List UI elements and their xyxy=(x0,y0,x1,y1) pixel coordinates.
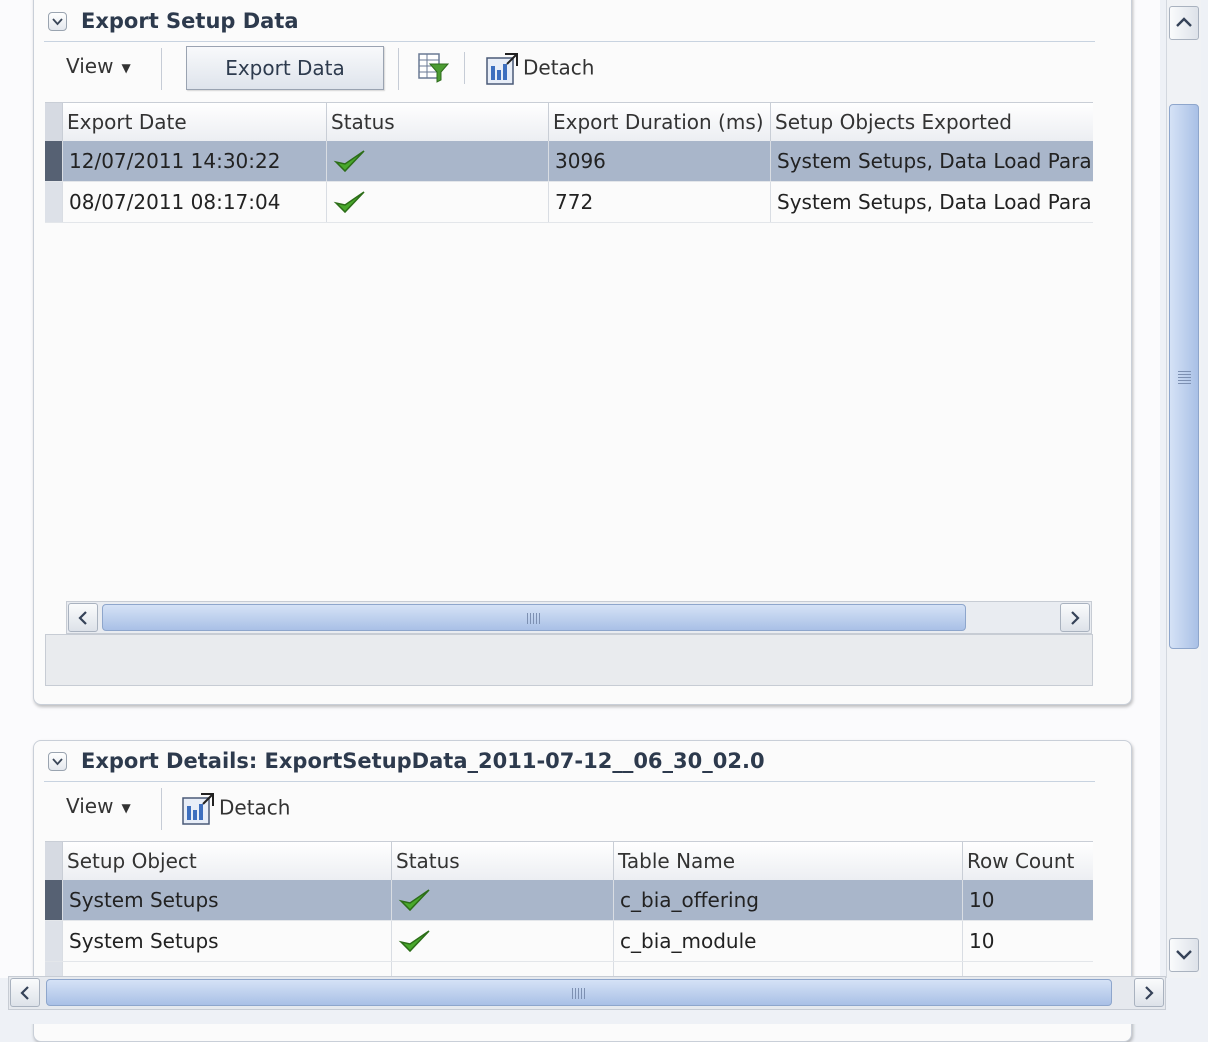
page-vertical-scrollbar[interactable] xyxy=(1166,0,1201,978)
table-header: Setup Object Status Table Name Row Count xyxy=(45,841,1093,881)
cell-status xyxy=(391,921,613,961)
green-check-icon xyxy=(333,150,365,173)
scrollbar-thumb[interactable] xyxy=(102,604,966,631)
view-menu[interactable]: View ▼ xyxy=(66,54,131,78)
scrollbar-thumb[interactable] xyxy=(1169,104,1199,649)
green-check-icon xyxy=(333,191,365,214)
export-data-button[interactable]: Export Data xyxy=(186,46,384,90)
scrollbar-thumb[interactable] xyxy=(46,979,1112,1006)
table-footer xyxy=(45,634,1093,686)
view-menu-label: View xyxy=(66,54,114,78)
table-header: Export Date Status Export Duration (ms) … xyxy=(45,102,1093,142)
green-check-icon xyxy=(398,930,430,953)
chevron-down-icon[interactable] xyxy=(48,752,67,771)
chevron-up-icon xyxy=(1176,17,1192,27)
cell-table-name: c_bia_offering xyxy=(613,880,962,920)
toolbar-separator xyxy=(398,48,399,90)
row-header-corner xyxy=(45,842,62,880)
toolbar: View ▼ Export Data Detach xyxy=(44,42,1095,92)
row-header[interactable] xyxy=(45,880,62,920)
detach-icon xyxy=(182,793,214,825)
column-header-setup-object[interactable]: Setup Object xyxy=(62,842,391,880)
row-header[interactable] xyxy=(45,182,62,222)
scroll-up-button[interactable] xyxy=(1169,6,1199,40)
cell-export-duration: 3096 xyxy=(548,141,770,181)
column-header-row-count[interactable]: Row Count xyxy=(962,842,1093,880)
toolbar: View ▼ Detach xyxy=(44,782,1095,832)
panel-title: Export Setup Data xyxy=(81,9,299,33)
table-row[interactable]: 12/07/2011 14:30:22 3096 System Setups, … xyxy=(45,141,1093,182)
cell-row-count: 10 xyxy=(962,880,1093,920)
column-header-table-name[interactable]: Table Name xyxy=(613,842,962,880)
page-horizontal-scrollbar[interactable] xyxy=(8,976,1166,1010)
cell-status xyxy=(326,182,548,222)
row-header-corner xyxy=(45,103,62,141)
column-header-status[interactable]: Status xyxy=(391,842,613,880)
scroll-left-button[interactable] xyxy=(68,603,98,632)
column-header-export-duration[interactable]: Export Duration (ms) xyxy=(548,103,770,141)
view-menu[interactable]: View ▼ xyxy=(66,794,131,818)
cell-status xyxy=(326,141,548,181)
cell-export-date: 08/07/2011 08:17:04 xyxy=(62,182,326,222)
row-header[interactable] xyxy=(45,921,62,961)
cell-setup-objects-exported: System Setups, Data Load Parameters xyxy=(770,141,1093,181)
toolbar-separator xyxy=(161,788,162,830)
table-row[interactable]: System Setups c_bia_offering 10 xyxy=(45,880,1093,921)
detach-label: Detach xyxy=(523,55,595,80)
export-history-table: Export Date Status Export Duration (ms) … xyxy=(45,102,1093,602)
chevron-right-icon xyxy=(1145,986,1154,1000)
cell-status xyxy=(391,880,613,920)
cell-setup-object: System Setups xyxy=(62,880,391,920)
cell-export-duration: 772 xyxy=(548,182,770,222)
grip-icon xyxy=(1178,370,1191,384)
filter-table-icon[interactable] xyxy=(416,50,450,88)
cell-export-date: 12/07/2011 14:30:22 xyxy=(62,141,326,181)
table-horizontal-scrollbar[interactable] xyxy=(66,601,1092,634)
chevron-left-icon xyxy=(78,611,87,625)
chevron-left-icon xyxy=(20,986,29,1000)
scroll-right-button[interactable] xyxy=(1060,603,1090,632)
export-setup-data-panel: Export Setup Data View ▼ Export Data Deta… xyxy=(33,0,1132,705)
scroll-right-button[interactable] xyxy=(1134,978,1164,1007)
toolbar-separator xyxy=(464,52,465,84)
scroll-down-button[interactable] xyxy=(1169,938,1199,972)
row-header[interactable] xyxy=(45,141,62,181)
detach-button[interactable]: Detach xyxy=(485,52,594,86)
chevron-down-icon[interactable] xyxy=(48,12,67,31)
detach-button[interactable]: Detach xyxy=(181,792,290,826)
cell-row-count: 10 xyxy=(962,921,1093,961)
table-row[interactable]: 08/07/2011 08:17:04 772 System Setups, D… xyxy=(45,182,1093,223)
detach-icon xyxy=(486,53,518,85)
export-details-table: Setup Object Status Table Name Row Count… xyxy=(45,841,1093,979)
grip-icon xyxy=(527,613,541,624)
green-check-icon xyxy=(398,889,430,912)
column-header-status[interactable]: Status xyxy=(326,103,548,141)
table-row[interactable]: System Setups c_bia_module 10 xyxy=(45,921,1093,962)
column-header-setup-objects-exported[interactable]: Setup Objects Exported xyxy=(770,103,1093,141)
dropdown-caret-icon: ▼ xyxy=(121,800,131,815)
cell-setup-objects-exported: System Setups, Data Load Parameters xyxy=(770,182,1093,222)
grip-icon xyxy=(572,988,586,999)
cell-setup-object: System Setups xyxy=(62,921,391,961)
column-header-export-date[interactable]: Export Date xyxy=(62,103,326,141)
scroll-left-button[interactable] xyxy=(10,978,40,1007)
chevron-right-icon xyxy=(1071,611,1080,625)
chevron-down-icon xyxy=(1176,950,1192,960)
toolbar-separator xyxy=(161,48,162,90)
view-menu-label: View xyxy=(66,794,114,818)
dropdown-caret-icon: ▼ xyxy=(121,60,131,75)
detach-label: Detach xyxy=(219,795,291,820)
cell-table-name: c_bia_module xyxy=(613,921,962,961)
panel-header: Export Details: ExportSetupData_2011-07-… xyxy=(44,743,1095,782)
panel-header: Export Setup Data xyxy=(44,3,1095,42)
panel-title: Export Details: ExportSetupData_2011-07-… xyxy=(81,749,765,773)
